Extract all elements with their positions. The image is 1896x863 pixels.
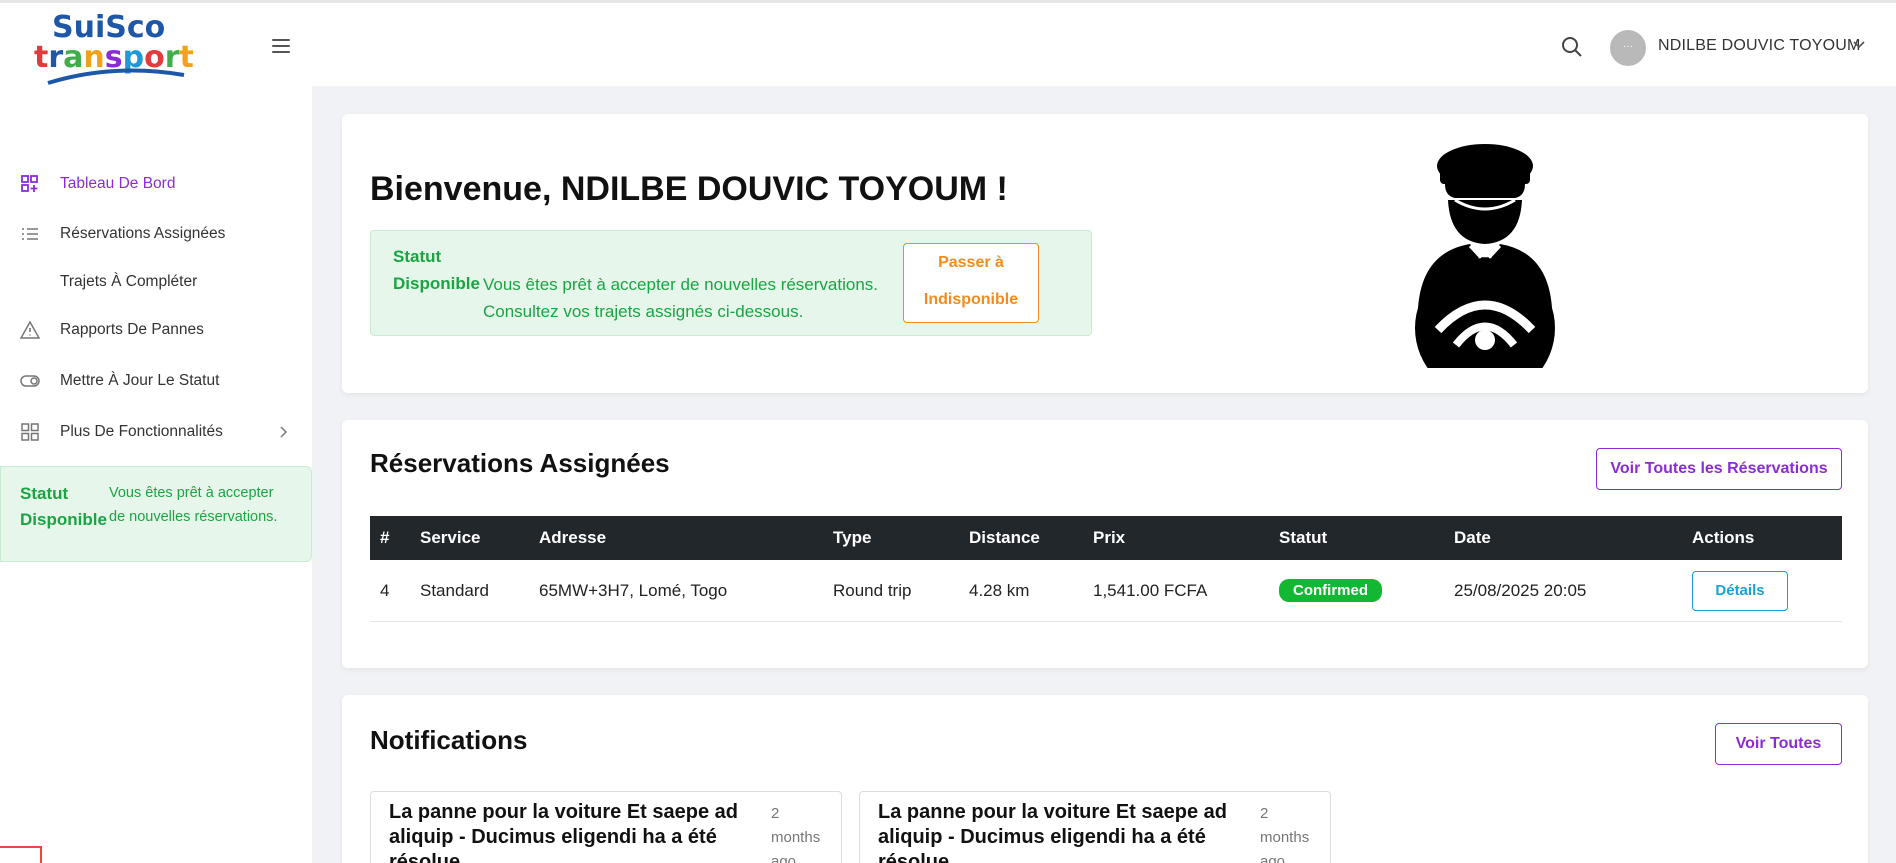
sidebar-item-breakdown-reports[interactable]: Rapports De Pannes	[0, 310, 312, 350]
column-header: Distance	[969, 528, 1040, 547]
sidebar-status-label: Statut Disponible	[20, 484, 107, 529]
sidebar-status-message: Vous êtes prêt à accepter de nouvelles r…	[109, 485, 278, 525]
column-header: Actions	[1692, 528, 1755, 547]
assigned-reservations-title: Réservations Assignées	[370, 448, 670, 478]
sidebar-item-label: Réservations Assignées	[60, 225, 226, 242]
table-row[interactable]: 4 Standard 65MW+3H7, Lomé, Togo Round tr…	[370, 560, 1842, 622]
dashboard-icon	[21, 175, 38, 192]
debug-toolbar-corner[interactable]	[0, 846, 42, 863]
notification-item[interactable]: La panne pour la voiture Et saepe ad ali…	[859, 791, 1331, 863]
cell-address: 65MW+3H7, Lomé, Togo	[539, 580, 728, 600]
notifications-card: Notifications Voir Toutes La panne pour …	[342, 695, 1868, 863]
sidebar-item-label: Rapports De Pannes	[60, 321, 204, 338]
notification-item[interactable]: La panne pour la voiture Et saepe ad ali…	[370, 791, 842, 863]
user-name[interactable]: NDILBE DOUVIC TOYOUM	[1658, 37, 1861, 55]
menu-toggle-icon[interactable]	[272, 39, 290, 53]
notification-title: La panne pour la voiture Et saepe ad ali…	[878, 801, 1227, 863]
sidebar-item-label: Tableau De Bord	[60, 175, 176, 192]
cell-type: Round trip	[833, 580, 912, 600]
details-button[interactable]: Détails	[1692, 570, 1788, 611]
cell-id: 4	[380, 580, 390, 600]
sidebar-item-dashboard[interactable]: Tableau De Bord	[0, 164, 312, 204]
top-bar: SuiSco transport ··· NDILBE DOUVIC TOYOU…	[0, 0, 1896, 86]
sidebar-item-update-status[interactable]: Mettre À Jour Le Statut	[0, 361, 312, 401]
notifications-title: Notifications	[370, 725, 528, 755]
cell-distance: 4.28 km	[969, 580, 1030, 600]
chevron-down-icon[interactable]	[1852, 40, 1866, 50]
sidebar-item-label: Trajets À Compléter	[60, 273, 198, 290]
column-header: Statut	[1279, 528, 1328, 547]
table-header: # Service Adresse Type Distance Prix Sta…	[370, 516, 1842, 560]
cell-status: Confirmed	[1279, 560, 1382, 621]
cell-actions: Détails	[1692, 560, 1788, 621]
cell-date: 25/08/2025 20:05	[1454, 580, 1587, 600]
driver-illustration	[1400, 144, 1570, 370]
status-message: Vous êtes prêt à accepter de nouvelles r…	[483, 275, 879, 321]
notification-title: La panne pour la voiture Et saepe ad ali…	[389, 801, 738, 863]
column-header: Service	[420, 528, 481, 547]
chevron-right-icon	[280, 426, 288, 438]
view-all-notifications-button[interactable]: Voir Toutes	[1715, 723, 1842, 765]
view-all-reservations-button[interactable]: Voir Toutes les Réservations	[1596, 448, 1842, 490]
avatar[interactable]: ···	[1610, 30, 1646, 66]
suisco-transport-logo[interactable]: SuiSco transport	[34, 5, 209, 87]
welcome-title: Bienvenue, NDILBE DOUVIC TOYOUM !	[370, 170, 1008, 208]
sidebar-item-label: Mettre À Jour Le Statut	[60, 372, 220, 389]
cell-price: 1,541.00 FCFA	[1093, 580, 1208, 600]
reservations-table: # Service Adresse Type Distance Prix Sta…	[370, 516, 1842, 622]
toggle-icon	[20, 375, 40, 387]
sidebar-item-more-features[interactable]: Plus De Fonctionnalités	[0, 412, 312, 452]
sidebar-status-panel: Statut Disponible Vous êtes prêt à accep…	[0, 466, 312, 562]
grid-icon	[21, 423, 39, 441]
list-icon	[22, 228, 38, 240]
column-header: Prix	[1093, 528, 1126, 547]
welcome-card: Bienvenue, NDILBE DOUVIC TOYOUM ! Statut…	[342, 114, 1868, 393]
status-badge: Confirmed	[1279, 579, 1382, 602]
cell-service: Standard	[420, 580, 489, 600]
column-header: Type	[833, 528, 872, 547]
column-header: Date	[1454, 528, 1491, 547]
search-icon[interactable]	[1560, 35, 1584, 59]
assigned-reservations-card: Réservations Assignées Voir Toutes les R…	[342, 420, 1868, 668]
set-unavailable-button[interactable]: Passer à Indisponible	[903, 243, 1039, 323]
column-header: #	[380, 528, 390, 547]
sidebar-item-trips-to-complete[interactable]: Trajets À Compléter	[0, 262, 312, 302]
column-header: Adresse	[539, 528, 607, 547]
notification-time: 2 months ago	[1260, 805, 1310, 863]
sidebar-item-label: Plus De Fonctionnalités	[60, 423, 223, 440]
availability-status-box: Statut Disponible Vous êtes prêt à accep…	[370, 230, 1092, 336]
notification-time: 2 months ago	[771, 805, 821, 863]
warning-icon	[20, 320, 40, 339]
sidebar-item-assigned-reservations[interactable]: Réservations Assignées	[0, 214, 312, 254]
status-label: Statut Disponible	[393, 247, 480, 293]
